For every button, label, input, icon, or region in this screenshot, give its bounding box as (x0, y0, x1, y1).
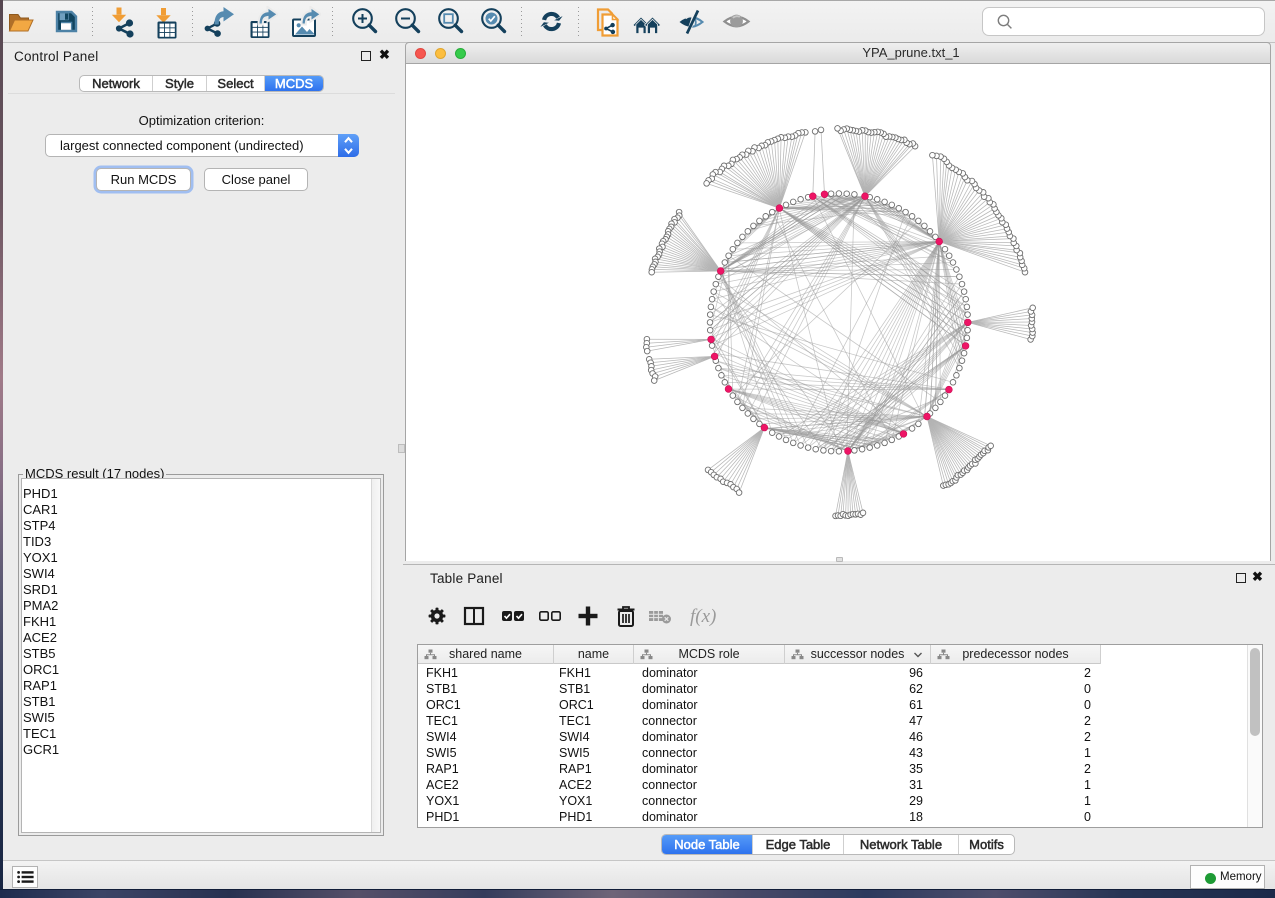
svg-text:f(x): f(x) (690, 606, 716, 627)
